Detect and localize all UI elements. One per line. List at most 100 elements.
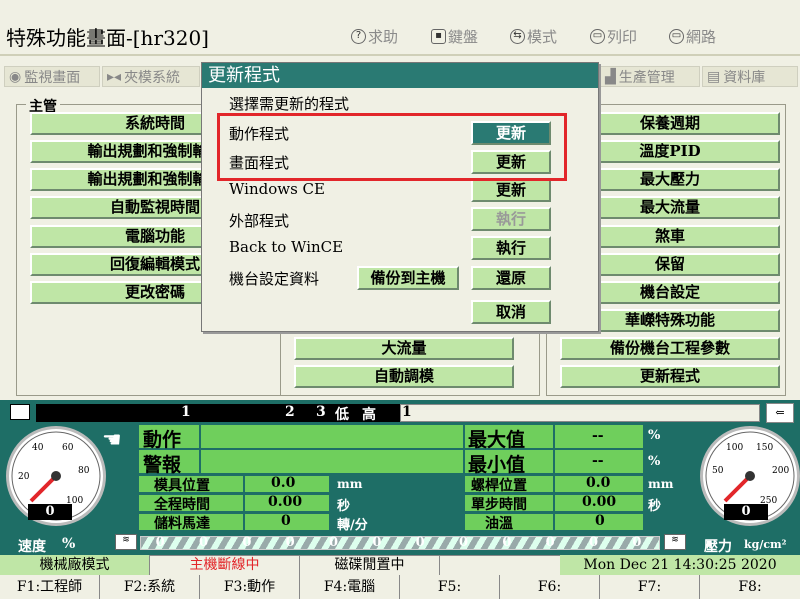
oil-temp-label: 油溫 <box>485 516 513 532</box>
f2-key[interactable]: F2:系統 <box>100 575 200 599</box>
f3-key[interactable]: F3:動作 <box>200 575 300 599</box>
output-bar <box>140 536 660 550</box>
f1-key[interactable]: F1:工程師 <box>0 575 100 599</box>
pressure-unit: kg/cm² <box>744 538 787 551</box>
highlight-box <box>217 113 567 181</box>
network-icon: ▭ <box>669 29 684 44</box>
cycle-time-label: 全程時間 <box>154 497 210 513</box>
datetime-status: Mon Dec 21 14:30:25 2020 <box>560 555 800 575</box>
dialog-title: 更新程式 <box>202 63 598 88</box>
output-bar-value: 0 <box>242 535 252 550</box>
speed-readout: 0 <box>28 504 72 520</box>
external-program-label: 外部程式 <box>229 212 290 230</box>
pressure-readout: 0 <box>724 504 768 520</box>
tab-monitor[interactable]: ◉ 監視畫面 <box>4 66 100 87</box>
output-bar-value: 0 <box>285 535 295 550</box>
eye-icon: ◉ <box>9 68 22 85</box>
min-label: 最小值 <box>468 454 526 476</box>
cycle-time-unit: 秒 <box>337 499 351 514</box>
flag-icon <box>10 404 30 420</box>
book-icon: ▤ <box>707 68 721 85</box>
clamp-icon: ▸◂ <box>107 68 122 85</box>
header-divider <box>0 54 800 56</box>
output-bar-value: 0 <box>459 535 469 550</box>
charge-motor-label: 儲料馬達 <box>154 516 210 532</box>
screw-position-unit: mm <box>648 477 674 491</box>
run-back-to-wince-button[interactable]: 執行 <box>471 236 551 260</box>
f8-key[interactable]: F8: <box>700 575 800 599</box>
pressure-label: 壓力 <box>704 539 732 555</box>
mode-button[interactable]: ⇆ 模式 <box>510 26 557 47</box>
keyboard-button[interactable]: ▪ 鍵盤 <box>431 26 478 47</box>
auto-mold-adjust-button[interactable]: 自動調模 <box>294 365 514 388</box>
host-status: 主機斷線中 <box>150 555 300 575</box>
max-unit: % <box>648 428 661 443</box>
collapse-icon[interactable]: ⇐ <box>766 403 794 423</box>
print-button[interactable]: ▭ 列印 <box>590 26 637 47</box>
pressure-tick-50: 50 <box>712 466 724 476</box>
backup-to-host-button[interactable]: 備份到主機 <box>357 266 459 290</box>
update-program-dialog: 更新程式 選擇需更新的程式 動作程式 更新 畫面程式 更新 Windows CE… <box>201 62 599 332</box>
min-unit: % <box>648 454 661 469</box>
alarm-value-cell <box>200 449 464 474</box>
output-bar-value: 0 <box>632 535 642 550</box>
strip-seg4: 低 <box>335 407 349 423</box>
network-button[interactable]: ▭ 網路 <box>669 26 716 47</box>
f4-key[interactable]: F4:電腦 <box>300 575 400 599</box>
f6-key[interactable]: F6: <box>500 575 600 599</box>
pressure-tick-200: 200 <box>772 466 790 476</box>
f7-key[interactable]: F7: <box>600 575 700 599</box>
backup-params-button[interactable]: 備份機台工程參數 <box>560 337 780 360</box>
help-button[interactable]: ? 求助 <box>351 26 398 47</box>
strip-seg5: 高 <box>362 407 376 423</box>
speed-tick-60: 60 <box>62 443 74 453</box>
cycle-time-value: 0.00 <box>268 494 303 510</box>
dialog-subtitle: 選擇需更新的程式 <box>229 95 350 113</box>
step-time-label: 單步時間 <box>471 497 527 513</box>
output-bar-value: 0 <box>415 535 425 550</box>
speed-tick-40: 40 <box>32 443 44 453</box>
update-windows-ce-button[interactable]: 更新 <box>471 178 551 202</box>
max-flow-button[interactable]: 大流量 <box>294 337 514 360</box>
tab-clamp[interactable]: ▸◂ 夾模系統 <box>102 66 200 87</box>
tab-database[interactable]: ▤ 資料庫 <box>702 66 798 87</box>
mold-position-label: 模具位置 <box>154 478 210 494</box>
charge-motor-value: 0 <box>281 513 291 529</box>
output-bar-value: 0 <box>329 535 339 550</box>
screw-position-label: 螺桿位置 <box>471 478 527 494</box>
update-program-button[interactable]: 更新程式 <box>560 365 780 388</box>
output-bar-value: 0 <box>199 535 209 550</box>
mode-icon: ⇆ <box>510 29 525 44</box>
keyboard-icon: ▪ <box>431 29 446 44</box>
cancel-button[interactable]: 取消 <box>471 300 551 324</box>
page-title: 特殊功能畫面-[hr320] <box>6 26 209 50</box>
strip-seg3: 3 <box>316 404 326 420</box>
output-bar-value: 0 <box>589 535 599 550</box>
output-bar-value: 0 <box>155 535 165 550</box>
speed-bar-icon: ≋ <box>115 534 137 550</box>
speed-unit: % <box>62 536 76 552</box>
alarm-label: 警報 <box>143 454 182 476</box>
run-external-program-button[interactable]: 執行 <box>471 207 551 231</box>
step-progress-bar <box>400 404 760 422</box>
mold-position-unit: mm <box>337 477 363 491</box>
tab-production[interactable]: ▟ 生產管理 <box>600 66 700 87</box>
strip-seg1: 1 <box>181 404 191 420</box>
hand-icon[interactable]: ☚ <box>102 428 122 453</box>
restore-button[interactable]: 還原 <box>471 266 551 290</box>
pressure-bar-icon: ≋ <box>664 534 686 550</box>
max-label: 最大值 <box>468 429 526 451</box>
speed-label: 速度 <box>18 539 46 555</box>
step-time-unit: 秒 <box>648 499 662 514</box>
factory-icon: ▟ <box>605 68 616 85</box>
action-label: 動作 <box>143 429 182 451</box>
mode-status: 機械廠模式 <box>0 555 150 575</box>
f5-key[interactable]: F5: <box>400 575 500 599</box>
help-icon: ? <box>351 29 366 44</box>
strip-seg6: 1 <box>402 404 412 420</box>
oil-temp-value: 0 <box>595 513 605 529</box>
screw-position-value: 0.0 <box>586 475 611 491</box>
output-bar-value: 0 <box>502 535 512 550</box>
action-value-cell <box>200 424 464 449</box>
output-bar-value: 0 <box>372 535 382 550</box>
